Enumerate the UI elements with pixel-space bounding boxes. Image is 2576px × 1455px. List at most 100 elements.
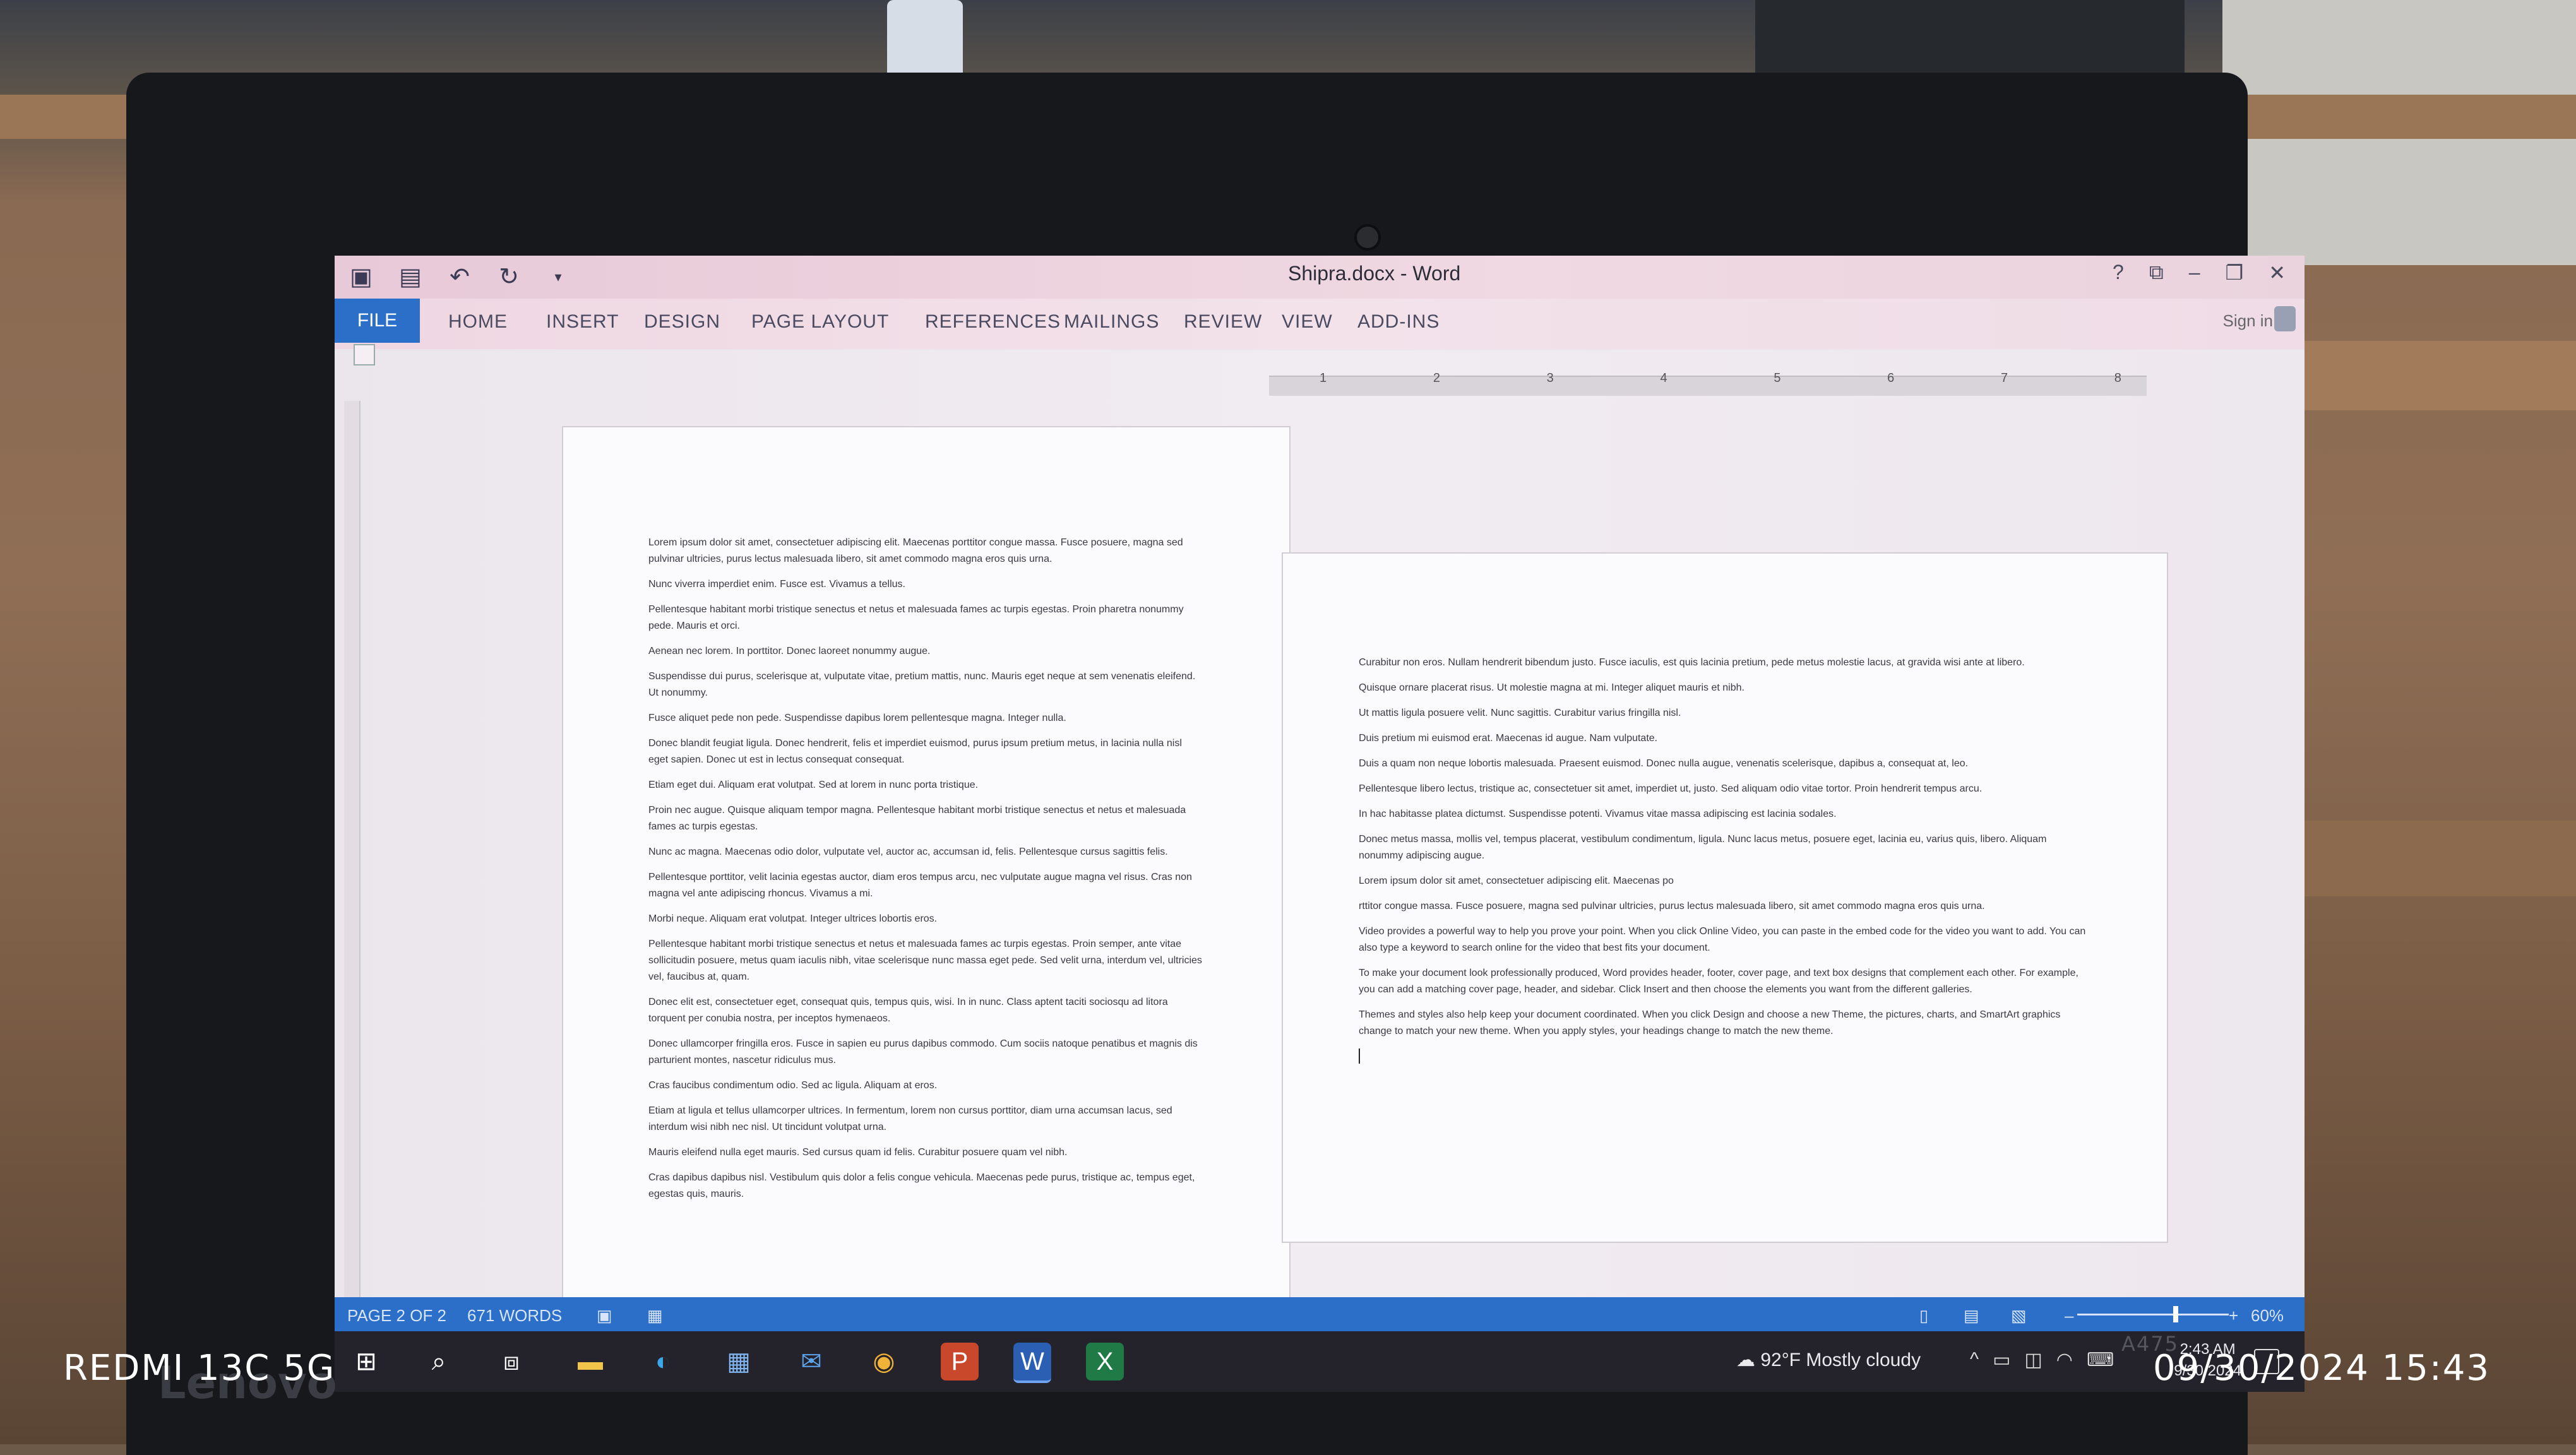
tab-selector[interactable] bbox=[354, 344, 375, 365]
paragraph[interactable]: Duis a quam non neque lobortis malesuada… bbox=[1359, 756, 2091, 772]
paragraph[interactable]: Fusce aliquet pede non pede. Suspendisse… bbox=[648, 710, 1204, 727]
battery-icon[interactable]: ▭ bbox=[1993, 1349, 2010, 1371]
chrome-icon[interactable]: ◉ bbox=[865, 1343, 903, 1381]
paragraph[interactable]: Duis pretium mi euismod erat. Maecenas i… bbox=[1359, 730, 2091, 747]
page-2[interactable]: Curabitur non eros. Nullam hendrerit bib… bbox=[1282, 552, 2168, 1243]
window-controls: ? ⧉ – ❐ ✕ bbox=[2113, 261, 2286, 285]
paragraph[interactable]: Donec metus massa, mollis vel, tempus pl… bbox=[1359, 831, 2091, 864]
page-1[interactable]: Lorem ipsum dolor sit amet, consectetuer… bbox=[562, 426, 1291, 1350]
paragraph[interactable]: Donec blandit feugiat ligula. Donec hend… bbox=[648, 735, 1204, 768]
word-count[interactable]: 671 WORDS bbox=[467, 1306, 562, 1326]
paragraph[interactable]: Themes and styles also help keep your do… bbox=[1359, 1007, 2091, 1040]
print-layout-icon[interactable]: ▤ bbox=[1964, 1306, 1979, 1326]
web-layout-icon[interactable]: ▧ bbox=[2011, 1306, 2027, 1326]
paragraph[interactable]: Ut mattis ligula posuere velit. Nunc sag… bbox=[1359, 705, 2091, 722]
paragraph[interactable]: Proin nec augue. Quisque aliquam tempor … bbox=[648, 802, 1204, 835]
document-canvas[interactable]: Lorem ipsum dolor sit amet, consectetuer… bbox=[373, 350, 2305, 1350]
tab-page-layout[interactable]: PAGE LAYOUT bbox=[751, 311, 889, 333]
paragraph[interactable]: Etiam eget dui. Aliquam erat volutpat. S… bbox=[648, 777, 1204, 793]
mail-icon[interactable]: ✉ bbox=[792, 1343, 830, 1381]
zoom-slider-knob[interactable] bbox=[2173, 1306, 2178, 1322]
device-watermark: REDMI 13C 5G bbox=[63, 1348, 336, 1389]
macro-icon[interactable]: ▦ bbox=[647, 1306, 663, 1326]
keyboard-icon[interactable]: ⌨ bbox=[2087, 1349, 2114, 1371]
powerpoint-icon[interactable]: P bbox=[941, 1343, 979, 1381]
restore-icon[interactable]: ❐ bbox=[2226, 261, 2244, 285]
paragraph[interactable]: Donec ullamcorper fringilla eros. Fusce … bbox=[648, 1036, 1204, 1069]
tab-file[interactable]: FILE bbox=[335, 299, 420, 343]
weather-widget[interactable]: ☁ 92°F Mostly cloudy bbox=[1736, 1349, 1921, 1371]
zoom-level[interactable]: 60% bbox=[2251, 1306, 2284, 1326]
tab-insert[interactable]: INSERT bbox=[546, 311, 619, 333]
tab-add-ins[interactable]: ADD-INS bbox=[1357, 311, 1440, 333]
title-bar: ▣ ▤ ↶ ↻ ▾ Shipra.docx - Word ? ⧉ – ❐ ✕ bbox=[335, 256, 2305, 299]
edge-icon[interactable]: ◐ bbox=[644, 1343, 682, 1381]
zoom-slider[interactable] bbox=[2077, 1314, 2229, 1315]
paragraph[interactable]: Pellentesque habitant morbi tristique se… bbox=[648, 936, 1204, 985]
paragraph[interactable]: Pellentesque porttitor, velit lacinia eg… bbox=[648, 869, 1204, 902]
tab-references[interactable]: REFERENCES bbox=[925, 311, 1061, 333]
close-icon[interactable]: ✕ bbox=[2269, 261, 2286, 285]
read-mode-icon[interactable]: ▯ bbox=[1919, 1306, 1928, 1326]
sign-in-link[interactable]: Sign in bbox=[2223, 311, 2274, 331]
window-title: Shipra.docx - Word bbox=[1288, 262, 1461, 285]
search-icon[interactable]: ⌕ bbox=[420, 1343, 458, 1381]
paragraph[interactable]: Pellentesque habitant morbi tristique se… bbox=[648, 602, 1204, 634]
redo-icon[interactable]: ↻ bbox=[495, 263, 523, 291]
ruler-number: 8 bbox=[2114, 371, 2121, 385]
paragraph[interactable]: In hac habitasse platea dictumst. Suspen… bbox=[1359, 806, 2091, 823]
paragraph[interactable]: Pellentesque libero lectus, tristique ac… bbox=[1359, 781, 2091, 797]
page-1-body[interactable]: Lorem ipsum dolor sit amet, consectetuer… bbox=[648, 535, 1204, 1211]
task-view-icon[interactable]: ⧈ bbox=[492, 1343, 530, 1381]
store-icon[interactable]: ▦ bbox=[720, 1343, 758, 1381]
meet-now-icon[interactable]: ◫ bbox=[2024, 1349, 2042, 1371]
file-explorer-icon[interactable]: ▬ bbox=[571, 1343, 609, 1381]
paragraph[interactable]: Cras dapibus dapibus nisl. Vestibulum qu… bbox=[648, 1170, 1204, 1203]
page-2-body[interactable]: Curabitur non eros. Nullam hendrerit bib… bbox=[1359, 655, 2091, 1064]
chevron-up-icon[interactable]: ^ bbox=[1970, 1349, 1979, 1371]
ruler-number: 4 bbox=[1660, 371, 1667, 385]
user-icon[interactable] bbox=[2274, 306, 2296, 331]
tab-design[interactable]: DESIGN bbox=[644, 311, 720, 333]
minimize-icon[interactable]: – bbox=[2189, 261, 2200, 285]
paragraph[interactable]: rttitor congue massa. Fusce posuere, mag… bbox=[1359, 898, 2091, 915]
help-icon[interactable]: ? bbox=[2113, 261, 2124, 285]
paragraph[interactable]: To make your document look professionall… bbox=[1359, 965, 2091, 998]
paragraph[interactable]: Morbi neque. Aliquam erat volutpat. Inte… bbox=[648, 911, 1204, 927]
paragraph[interactable]: Etiam at ligula et tellus ullamcorper ul… bbox=[648, 1103, 1204, 1136]
weather-text: 92°F Mostly cloudy bbox=[1760, 1350, 1921, 1370]
excel-icon[interactable]: X bbox=[1086, 1343, 1124, 1381]
word-taskbar-icon[interactable]: W bbox=[1013, 1343, 1051, 1383]
paragraph[interactable]: Mauris eleifend nulla eget mauris. Sed c… bbox=[648, 1144, 1204, 1161]
paragraph[interactable]: Nunc viverra imperdiet enim. Fusce est. … bbox=[648, 576, 1204, 593]
undo-icon[interactable]: ↶ bbox=[446, 263, 474, 291]
paragraph[interactable]: Lorem ipsum dolor sit amet, consectetuer… bbox=[648, 535, 1204, 567]
paragraph[interactable]: Donec elit est, consectetuer eget, conse… bbox=[648, 994, 1204, 1027]
webcam bbox=[1354, 224, 1381, 251]
tab-review[interactable]: REVIEW bbox=[1184, 311, 1262, 333]
paragraph[interactable]: Video provides a powerful way to help yo… bbox=[1359, 923, 2091, 956]
ruler-number: 2 bbox=[1433, 371, 1440, 385]
paragraph[interactable]: Lorem ipsum dolor sit amet, consectetuer… bbox=[1359, 873, 2091, 889]
windows-start-icon[interactable]: ⊞ bbox=[347, 1343, 385, 1381]
paragraph[interactable]: Nunc ac magna. Maecenas odio dolor, vulp… bbox=[648, 844, 1204, 860]
paragraph[interactable]: Aenean nec lorem. In porttitor. Donec la… bbox=[648, 643, 1204, 660]
zoom-in-icon[interactable]: + bbox=[2229, 1306, 2238, 1326]
tab-mailings[interactable]: MAILINGS bbox=[1064, 311, 1159, 333]
save-icon[interactable]: ▤ bbox=[397, 263, 424, 291]
paragraph[interactable]: Quisque ornare placerat risus. Ut molest… bbox=[1359, 680, 2091, 696]
tab-home[interactable]: HOME bbox=[448, 311, 508, 333]
zoom-out-icon[interactable]: – bbox=[2065, 1306, 2073, 1326]
ribbon-display-icon[interactable]: ⧉ bbox=[2149, 261, 2164, 285]
paragraph[interactable]: Suspendisse dui purus, scelerisque at, v… bbox=[648, 668, 1204, 701]
paragraph[interactable]: Cras faucibus condimentum odio. Sed ac l… bbox=[648, 1078, 1204, 1094]
ribbon-tabs: FILE HOME INSERT DESIGN PAGE LAYOUT REFE… bbox=[335, 299, 2305, 349]
tab-view[interactable]: VIEW bbox=[1282, 311, 1333, 333]
customize-qat-icon[interactable]: ▾ bbox=[544, 263, 572, 291]
paragraph[interactable]: Curabitur non eros. Nullam hendrerit bib… bbox=[1359, 655, 2091, 671]
proofing-icon[interactable]: ▣ bbox=[597, 1306, 612, 1326]
ruler-number: 1 bbox=[1320, 371, 1327, 385]
word-app-icon[interactable]: ▣ bbox=[347, 263, 375, 291]
page-count[interactable]: PAGE 2 OF 2 bbox=[347, 1306, 446, 1326]
wifi-icon[interactable]: ◠ bbox=[2056, 1349, 2073, 1371]
